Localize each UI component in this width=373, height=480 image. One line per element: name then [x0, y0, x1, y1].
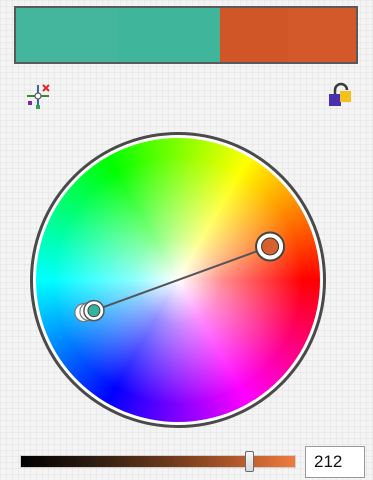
swatch-teal[interactable]	[16, 8, 220, 62]
primary-handle[interactable]	[255, 231, 286, 262]
swatch-orange[interactable]	[220, 8, 356, 62]
color-wheel[interactable]	[30, 132, 326, 428]
secondary-handle[interactable]	[74, 299, 105, 323]
color-picker-panel: 212	[0, 0, 373, 480]
lock-color-icon[interactable]	[326, 82, 354, 110]
color-wheel-overlay	[74, 231, 286, 323]
brightness-slider-thumb[interactable]	[244, 451, 254, 472]
harmony-rule-icon[interactable]	[24, 82, 52, 110]
handle-connector-line	[93, 245, 271, 312]
color-swatch-bar	[14, 6, 358, 64]
brightness-value-field[interactable]: 212	[305, 446, 365, 478]
brightness-slider-track[interactable]	[20, 455, 296, 468]
